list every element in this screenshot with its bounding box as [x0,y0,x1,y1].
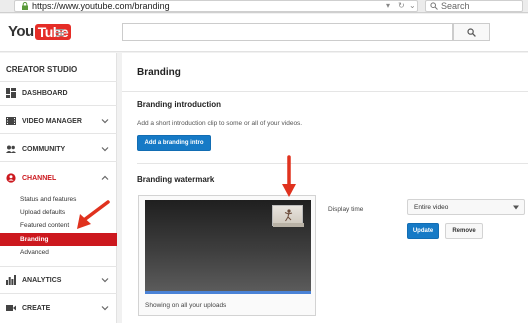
annotation-arrow-left-icon [77,200,110,229]
annotation-arrows [77,155,296,229]
annotation-arrow-down-icon [282,155,296,197]
